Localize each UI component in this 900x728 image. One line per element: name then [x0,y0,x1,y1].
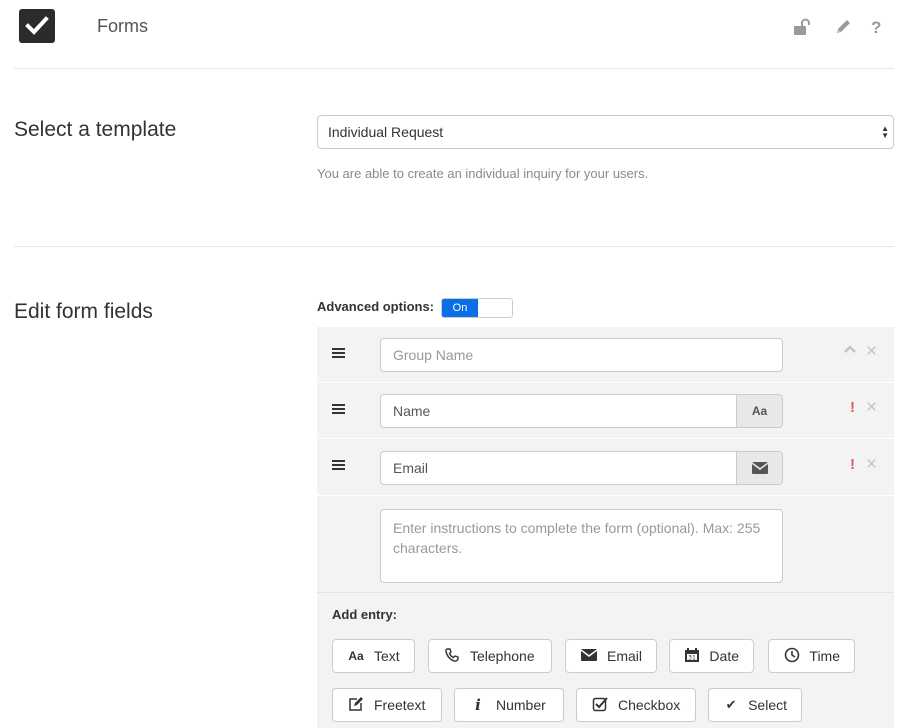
template-description: You are able to create an individual inq… [317,166,649,181]
checkmark-icon: ✔ [725,697,737,712]
button-label: Text [374,648,400,664]
remove-field-icon[interactable]: × [866,398,877,418]
drag-handle-icon[interactable] [332,348,345,360]
fields-section-title: Edit form fields [14,300,153,323]
field-row-email: Email ! × [317,439,894,495]
button-label: Select [748,697,787,713]
required-icon[interactable]: ! [850,399,855,416]
advanced-options-toggle[interactable]: On [441,298,513,318]
add-select-button[interactable]: ✔ Select [708,688,802,722]
button-label: Checkbox [618,697,681,713]
add-entry-panel: Add entry: Aa Text Telephone Email 31 Da… [317,593,894,728]
info-icon: i [475,696,481,714]
envelope-icon [580,648,598,664]
add-number-button[interactable]: i Number [454,688,564,722]
add-date-button[interactable]: 31 Date [669,639,754,673]
button-label: Freetext [374,697,426,713]
calendar-icon: 31 [684,647,700,666]
text-format-icon: Aa [348,649,364,663]
edit-square-icon [347,696,365,715]
add-entry-label: Add entry: [332,607,397,622]
unlock-icon[interactable] [793,18,811,36]
advanced-options-label: Advanced options: [317,299,435,314]
edit-icon[interactable] [834,18,852,36]
button-label: Time [809,648,840,664]
svg-text:31: 31 [688,654,696,661]
divider [14,68,894,69]
field-row-name: Name Aa ! × [317,383,894,438]
template-select-value: Individual Request [328,124,444,140]
button-label: Telephone [470,648,535,664]
add-email-button[interactable]: Email [565,639,657,673]
drag-handle-icon[interactable] [332,460,345,472]
select-arrows-icon: ▲ ▼ [881,124,889,140]
help-icon[interactable]: ? [871,18,889,37]
move-up-icon[interactable] [844,343,856,358]
template-select[interactable]: Individual Request ▲ ▼ [317,115,894,149]
template-section-title: Select a template [14,118,177,141]
checkbox-icon [591,696,609,715]
add-freetext-button[interactable]: Freetext [332,688,442,722]
field-row-group: Group Name × [317,327,894,382]
divider [14,246,894,247]
add-text-button[interactable]: Aa Text [332,639,415,673]
text-format-icon[interactable]: Aa [737,394,783,428]
group-name-input[interactable]: Group Name [380,338,783,372]
instructions-textarea[interactable]: Enter instructions to complete the form … [380,509,783,583]
toggle-on-label: On [442,299,478,317]
clock-icon [783,647,800,666]
phone-icon [443,647,461,666]
email-field-input[interactable]: Email [380,451,737,485]
required-icon[interactable]: ! [850,456,855,473]
add-checkbox-button[interactable]: Checkbox [576,688,696,722]
name-field-input[interactable]: Name [380,394,737,428]
button-label: Number [496,697,546,713]
page-title: Forms [97,16,148,36]
button-label: Date [709,648,739,664]
remove-field-icon[interactable]: × [866,455,877,475]
add-time-button[interactable]: Time [768,639,855,673]
add-telephone-button[interactable]: Telephone [428,639,552,673]
checkbox-icon [25,16,49,35]
button-label: Email [606,648,642,664]
drag-handle-icon[interactable] [332,404,345,416]
instructions-panel: Enter instructions to complete the form … [317,496,894,592]
envelope-icon[interactable] [737,451,783,485]
app-logo [19,9,55,43]
remove-field-icon[interactable]: × [866,342,877,362]
